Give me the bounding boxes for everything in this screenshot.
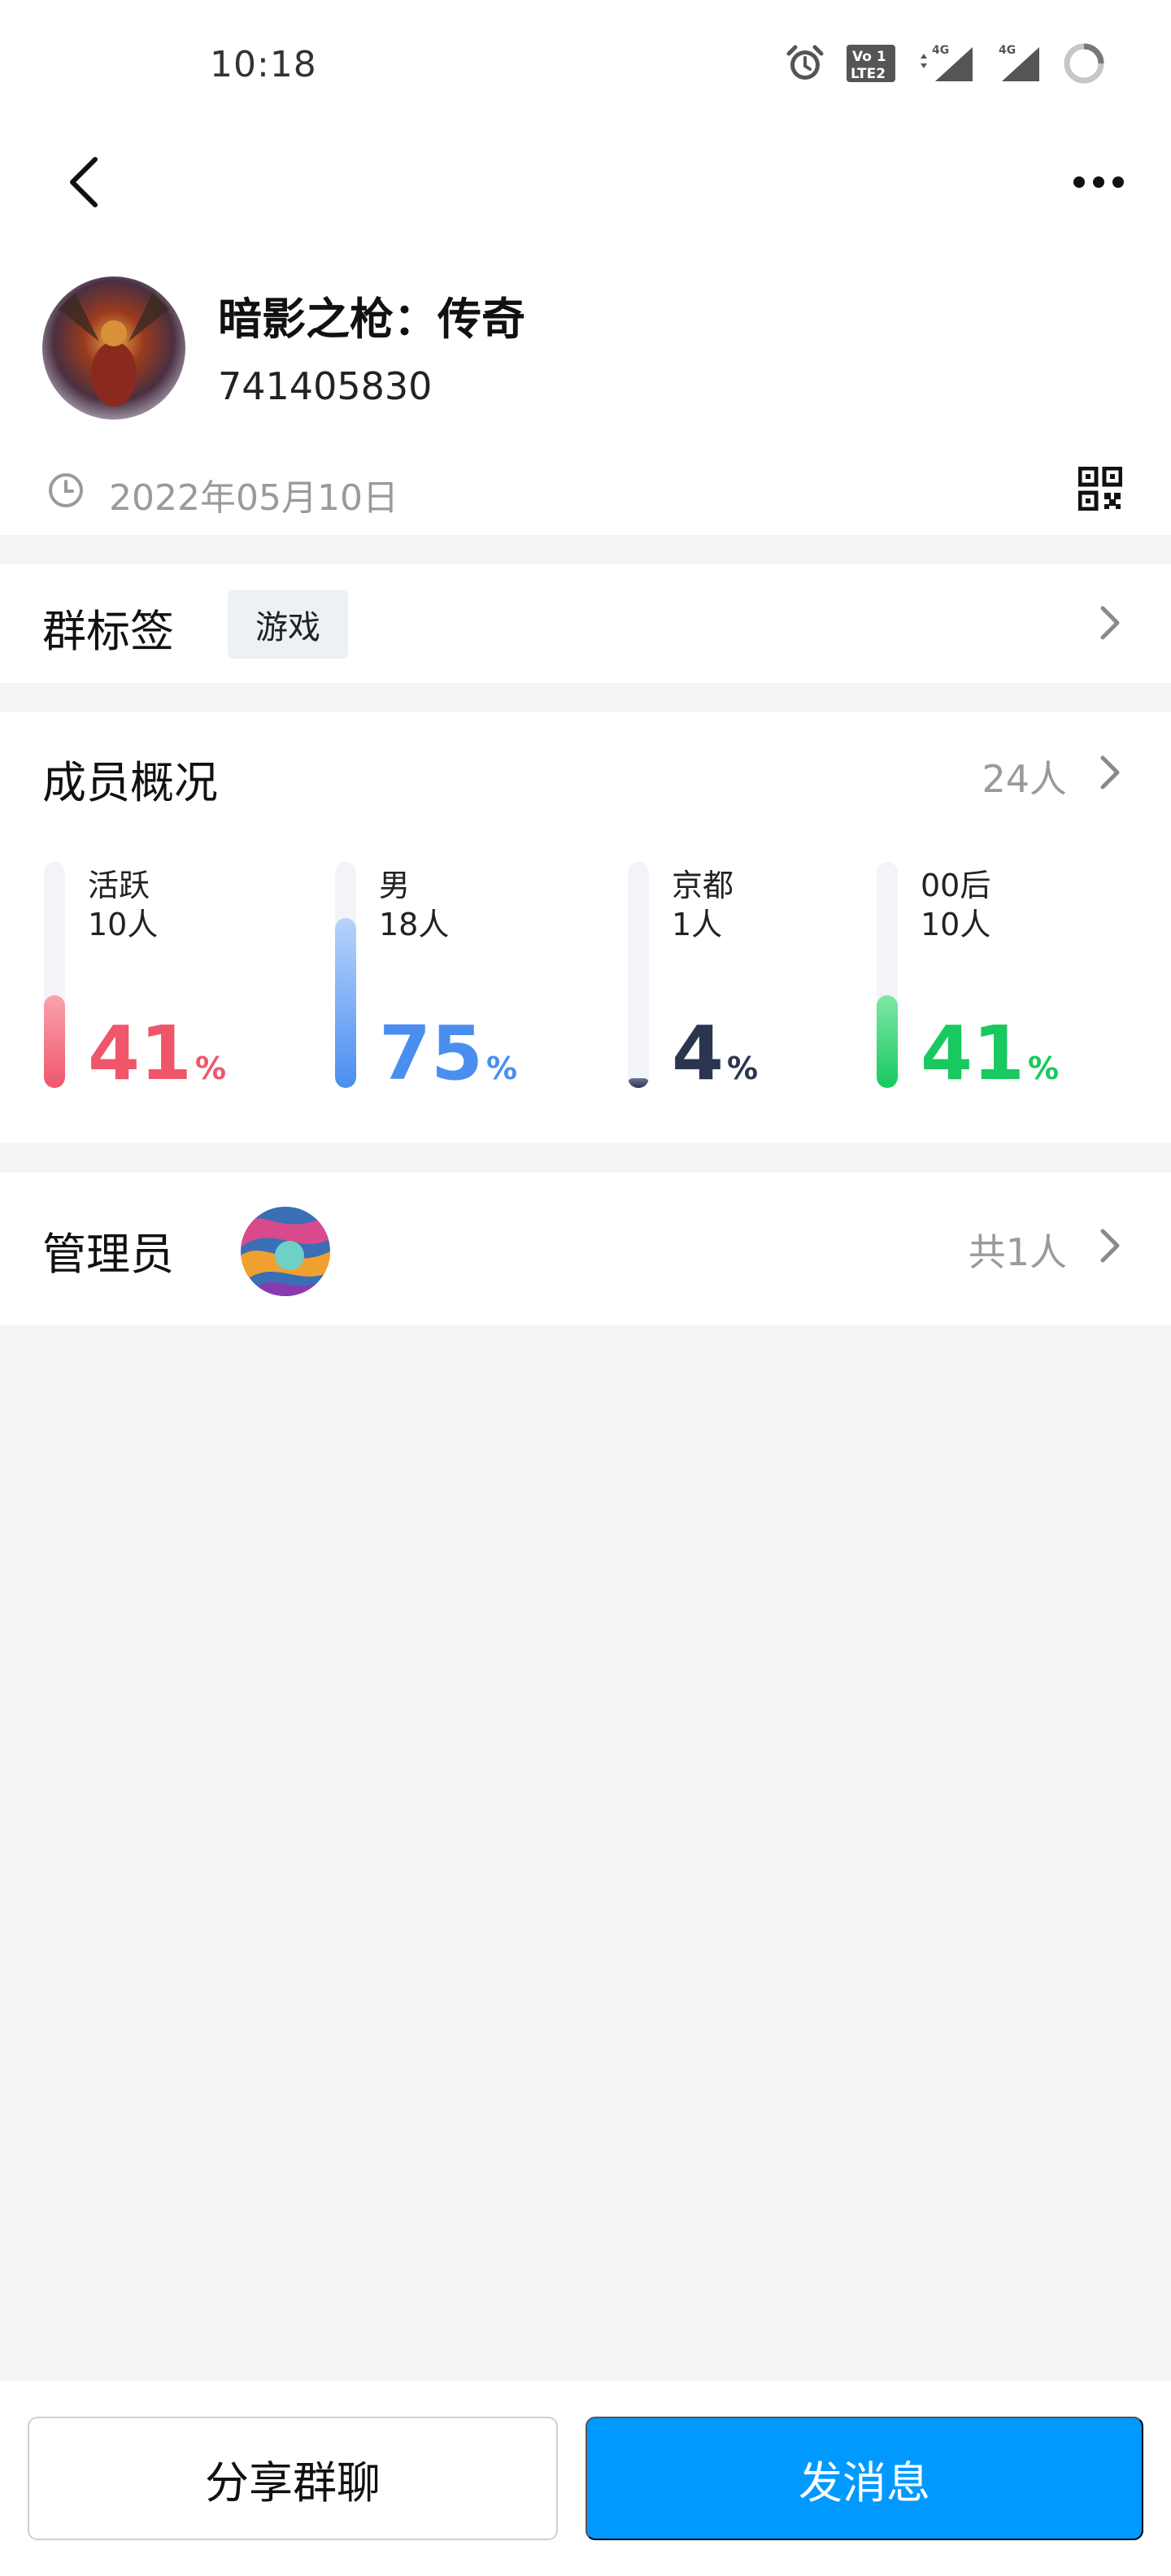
stat-count: 10人: [88, 907, 159, 942]
stat-label: 男: [379, 868, 411, 903]
stat-percent: 4%: [672, 1010, 759, 1097]
stat-count: 1人: [672, 907, 723, 942]
stat-label: 活跃: [88, 868, 150, 903]
members-overview[interactable]: 成员概况 24人 活跃 10人 41% 男 18人 75% 京都 1人 4% 0…: [0, 712, 1171, 1143]
member-count: 24人: [982, 757, 1067, 801]
status-time: 10:18: [210, 44, 317, 85]
stat-bar-fill: [44, 995, 65, 1088]
back-button[interactable]: [52, 150, 117, 215]
stat-bar-fill: [877, 995, 898, 1088]
group-name: 暗影之枪：传奇: [218, 294, 525, 345]
share-group-button[interactable]: 分享群聊: [28, 2417, 558, 2540]
chevron-right-icon: [1100, 606, 1120, 640]
stat-count: 18人: [379, 907, 450, 942]
group-tags-title: 群标签: [42, 606, 174, 657]
volte-icon: Vo 1 LTE2: [846, 44, 896, 83]
back-chevron-icon: [70, 157, 98, 207]
alarm-icon: [784, 42, 826, 85]
group-tags-row[interactable]: 群标签 游戏: [0, 564, 1171, 683]
group-id: 741405830: [218, 364, 433, 408]
stat-bar-track: [877, 862, 898, 1088]
battery-ring-icon: [1062, 41, 1106, 85]
group-avatar[interactable]: [42, 276, 185, 420]
stat-label: 京都: [672, 868, 734, 903]
send-message-button[interactable]: 发消息: [586, 2417, 1143, 2540]
group-profile: 暗影之枪：传奇 741405830: [0, 268, 1171, 431]
chevron-right-icon: [1100, 755, 1120, 790]
qr-code-icon[interactable]: [1078, 467, 1122, 511]
admins-row[interactable]: 管理员 共1人: [0, 1173, 1171, 1325]
stat-bar-fill: [335, 918, 356, 1088]
stat-percent: 41%: [921, 1010, 1060, 1097]
stat-label: 00后: [921, 868, 991, 903]
stat-bar-track: [44, 862, 65, 1088]
created-row: 2022年05月10日: [0, 455, 1171, 529]
stat-bar-track: [628, 862, 649, 1088]
svg-text:Vo 1: Vo 1: [852, 49, 886, 65]
admin-count: 共1人: [968, 1230, 1067, 1274]
more-button[interactable]: [1062, 150, 1135, 215]
status-bar: 10:18 Vo 1 LTE2 4G 4G: [0, 0, 1171, 130]
group-profile-page: 10:18 Vo 1 LTE2 4G 4G 暗影之枪：传奇 741405830 …: [0, 0, 1171, 2576]
stat-percent: 75%: [379, 1010, 518, 1097]
stat-count: 10人: [921, 907, 991, 942]
stat-bar-fill: [628, 1078, 649, 1088]
svg-text:LTE2: LTE2: [851, 66, 886, 82]
chevron-right-icon: [1100, 1229, 1120, 1263]
bottom-action-bar: 分享群聊 发消息: [0, 2381, 1171, 2576]
stat-percent: 41%: [88, 1010, 227, 1097]
header-panel: 10:18 Vo 1 LTE2 4G 4G 暗影之枪：传奇 741405830 …: [0, 0, 1171, 535]
nav-bar: [0, 138, 1171, 228]
admins-title: 管理员: [42, 1229, 174, 1280]
signal-4g-icon: 4G: [916, 42, 976, 85]
net1-label: 4G: [932, 44, 949, 57]
clock-icon: [49, 473, 83, 507]
more-dots-icon: [1073, 176, 1124, 188]
tag-chip: 游戏: [228, 590, 348, 659]
members-title: 成员概况: [42, 757, 218, 808]
status-icons: Vo 1 LTE2 4G 4G: [784, 39, 1106, 88]
admin-avatar[interactable]: [241, 1207, 330, 1296]
stat-bar-track: [335, 862, 356, 1088]
created-date: 2022年05月10日: [109, 477, 398, 519]
net2-label: 4G: [999, 44, 1016, 57]
signal-4g-icon: 4G: [995, 42, 1043, 85]
